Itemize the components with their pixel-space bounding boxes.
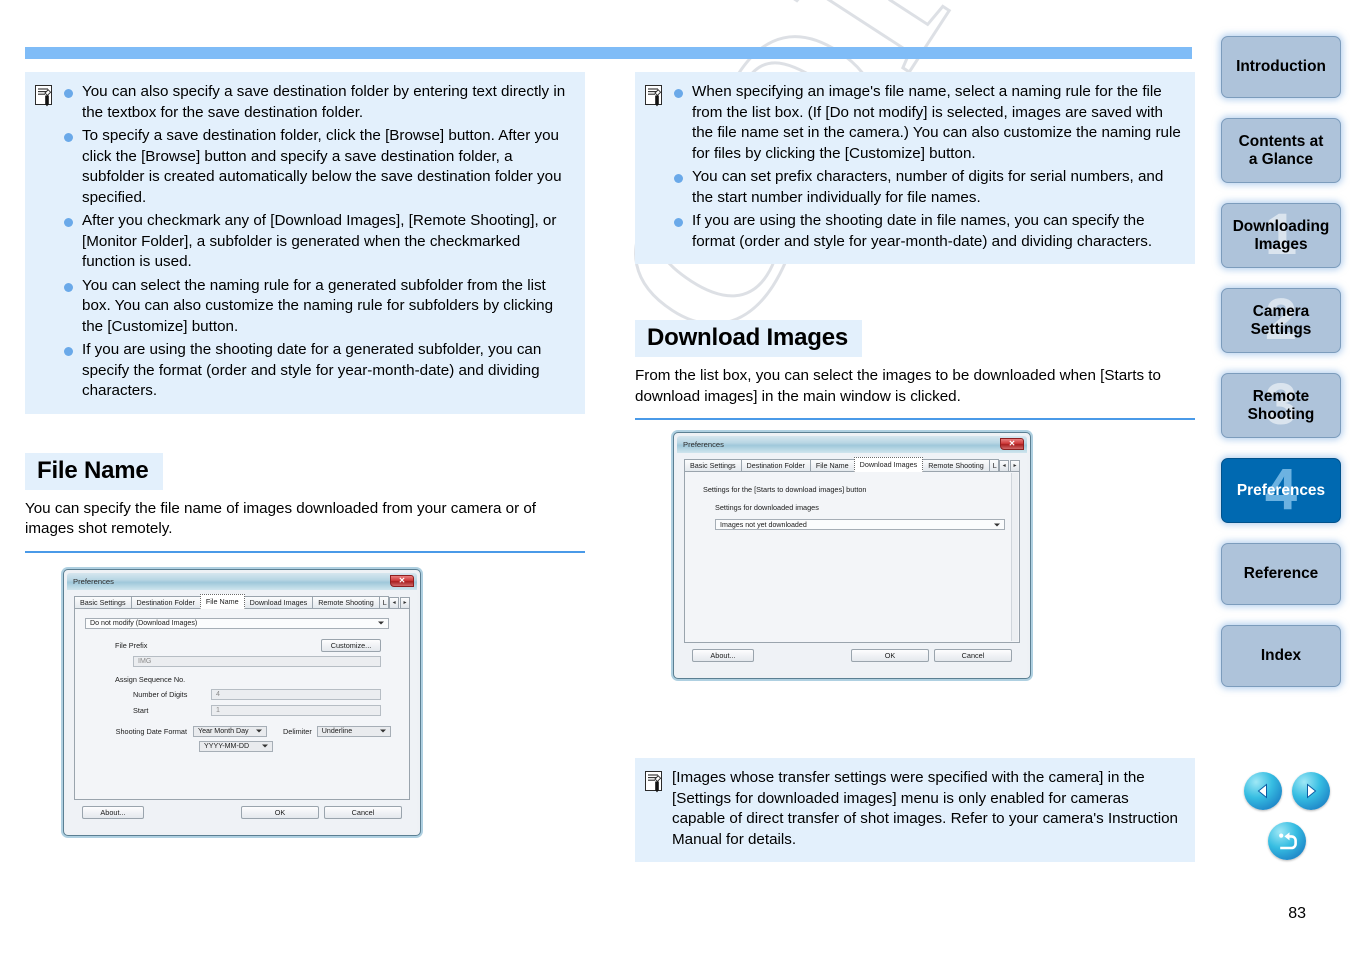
about-button[interactable]: About... xyxy=(82,805,144,819)
about-button[interactable]: About... xyxy=(692,649,754,662)
delimiter-label: Delimiter xyxy=(283,726,312,736)
file-prefix-input[interactable]: IMG xyxy=(133,655,381,667)
sidebar-item-label: Remote Shooting xyxy=(1247,387,1315,423)
right-note-list: When specifying an image's file name, se… xyxy=(672,82,1183,252)
manual-page: You can also specify a save destination … xyxy=(0,0,1350,954)
dialog-title: Preferences xyxy=(73,576,114,586)
delimiter-select[interactable]: Underline xyxy=(316,725,391,737)
downloaded-images-select[interactable]: Images not yet downloaded xyxy=(715,519,1005,530)
sidebar-item-preferences[interactable]: 4 Preferences xyxy=(1221,458,1341,523)
preferences-dialog-download-images[interactable]: Preferences ✕ Basic Settings Destination… xyxy=(673,432,1031,679)
downloaded-images-settings-label: Settings for downloaded images xyxy=(715,503,819,512)
sidebar-item-index[interactable]: Index xyxy=(1221,625,1341,687)
chevron-down-icon xyxy=(262,744,268,748)
shooting-date-format-label: Shooting Date Format xyxy=(115,726,187,736)
chevron-down-icon xyxy=(379,729,386,733)
left-note-box: You can also specify a save destination … xyxy=(25,72,585,414)
bottom-note-text: [Images whose transfer settings were spe… xyxy=(672,769,1179,848)
list-item: To specify a save destination folder, cl… xyxy=(62,126,573,208)
chevron-down-icon xyxy=(378,621,384,625)
page-top-rule xyxy=(25,47,1192,59)
dialog-footer: About... OK Cancel xyxy=(684,643,1020,669)
list-item: If you are using the shooting date for a… xyxy=(62,340,573,402)
sidebar-item-label: Preferences xyxy=(1236,481,1326,499)
left-note-list: You can also specify a save destination … xyxy=(62,82,573,402)
sidebar-item-reference[interactable]: Reference xyxy=(1221,543,1341,605)
shooting-date-format-value: Year Month Day xyxy=(198,727,249,735)
sidebar-item-camera-settings[interactable]: 2 Camera Settings xyxy=(1221,288,1341,353)
file-name-description: You can specify the file name of images … xyxy=(25,499,537,538)
chevron-down-icon xyxy=(256,729,262,733)
ok-button[interactable]: OK xyxy=(241,805,319,819)
start-input[interactable]: 1 xyxy=(211,704,381,716)
chapter-sidebar: Introduction Contents at a Glance 1 Down… xyxy=(1218,36,1344,707)
shooting-date-format-select[interactable]: Year Month Day xyxy=(193,725,267,737)
sidebar-item-downloading-images[interactable]: 1 Downloading Images xyxy=(1221,203,1341,268)
date-style-select[interactable]: YYYY-MM-DD xyxy=(199,740,273,752)
page-number: 83 xyxy=(1288,905,1306,922)
memo-note-icon xyxy=(35,85,54,107)
previous-page-arrow-icon[interactable] xyxy=(1244,772,1282,810)
bottom-note-box: [Images whose transfer settings were spe… xyxy=(635,758,1195,862)
assign-sequence-label: Assign Sequence No. xyxy=(115,674,186,684)
file-prefix-label: File Prefix xyxy=(115,640,148,650)
date-style-value: YYYY-MM-DD xyxy=(204,742,250,750)
downloaded-images-value: Images not yet downloaded xyxy=(720,520,807,529)
dialog-titlebar[interactable]: Preferences ✕ xyxy=(677,436,1027,453)
list-item: You can select the naming rule for a gen… xyxy=(62,276,573,338)
list-item: When specifying an image's file name, se… xyxy=(672,82,1183,164)
dialog-footer: About... OK Cancel xyxy=(74,800,410,826)
number-of-digits-label: Number of Digits xyxy=(133,689,188,699)
sidebar-item-label: Contents at a Glance xyxy=(1238,132,1324,168)
memo-note-icon xyxy=(645,85,664,107)
starts-download-settings-heading: Settings for the [Starts to download ima… xyxy=(703,485,867,494)
close-icon[interactable]: ✕ xyxy=(390,574,414,587)
sidebar-item-contents-at-a-glance[interactable]: Contents at a Glance xyxy=(1221,118,1341,183)
list-item: If you are using the shooting date in fi… xyxy=(672,211,1183,252)
sidebar-item-label: Downloading Images xyxy=(1232,217,1330,253)
list-item: After you checkmark any of [Download Ima… xyxy=(62,211,573,273)
dialog-title: Preferences xyxy=(683,440,724,449)
right-note-box: When specifying an image's file name, se… xyxy=(635,72,1195,264)
file-name-tab-panel: Do not modify (Download Images) File Pre… xyxy=(74,607,410,800)
ok-button[interactable]: OK xyxy=(851,649,929,662)
list-item: You can set prefix characters, number of… xyxy=(672,167,1183,208)
close-icon[interactable]: ✕ xyxy=(1000,438,1024,450)
sidebar-item-label: Introduction xyxy=(1236,58,1326,75)
return-back-arrow-icon[interactable] xyxy=(1268,822,1306,860)
download-images-title: Download Images xyxy=(635,320,863,357)
start-label: Start xyxy=(133,705,149,715)
sidebar-item-label: Camera Settings xyxy=(1250,302,1312,338)
list-item: You can also specify a save destination … xyxy=(62,82,573,123)
cancel-button[interactable]: Cancel xyxy=(324,805,402,819)
sidebar-item-remote-shooting[interactable]: 3 Remote Shooting xyxy=(1221,373,1341,438)
sidebar-item-label: Reference xyxy=(1243,565,1319,582)
preferences-dialog-file-name[interactable]: Preferences ✕ Basic Settings Destination… xyxy=(63,568,421,836)
number-of-digits-input[interactable]: 4 xyxy=(211,688,381,700)
right-column: When specifying an image's file name, se… xyxy=(635,72,1195,862)
left-column: You can also specify a save destination … xyxy=(25,72,585,836)
tab-download-images[interactable]: Download Images xyxy=(853,457,924,472)
tab-file-name[interactable]: File Name xyxy=(199,593,245,609)
chevron-down-icon xyxy=(994,523,1000,526)
naming-rule-select[interactable]: Do not modify (Download Images) xyxy=(85,617,389,629)
cancel-button[interactable]: Cancel xyxy=(934,649,1012,662)
next-page-arrow-icon[interactable] xyxy=(1292,772,1330,810)
sidebar-item-label: Index xyxy=(1260,647,1302,664)
download-images-tab-panel: Settings for the [Starts to download ima… xyxy=(684,471,1020,643)
page-navigation-controls xyxy=(1232,772,1342,860)
section-divider xyxy=(635,418,1195,420)
memo-note-icon xyxy=(645,771,664,793)
customize-button[interactable]: Customize... xyxy=(321,638,381,652)
naming-rule-value: Do not modify (Download Images) xyxy=(90,619,198,627)
download-images-description: From the list box, you can select the im… xyxy=(635,367,1161,405)
sidebar-item-introduction[interactable]: Introduction xyxy=(1221,36,1341,98)
dialog-titlebar[interactable]: Preferences ✕ xyxy=(67,572,417,590)
page-title: File Name xyxy=(25,452,163,490)
section-divider xyxy=(25,550,585,553)
delimiter-value: Underline xyxy=(321,727,353,735)
panel-scrollbar[interactable] xyxy=(1011,473,1018,641)
